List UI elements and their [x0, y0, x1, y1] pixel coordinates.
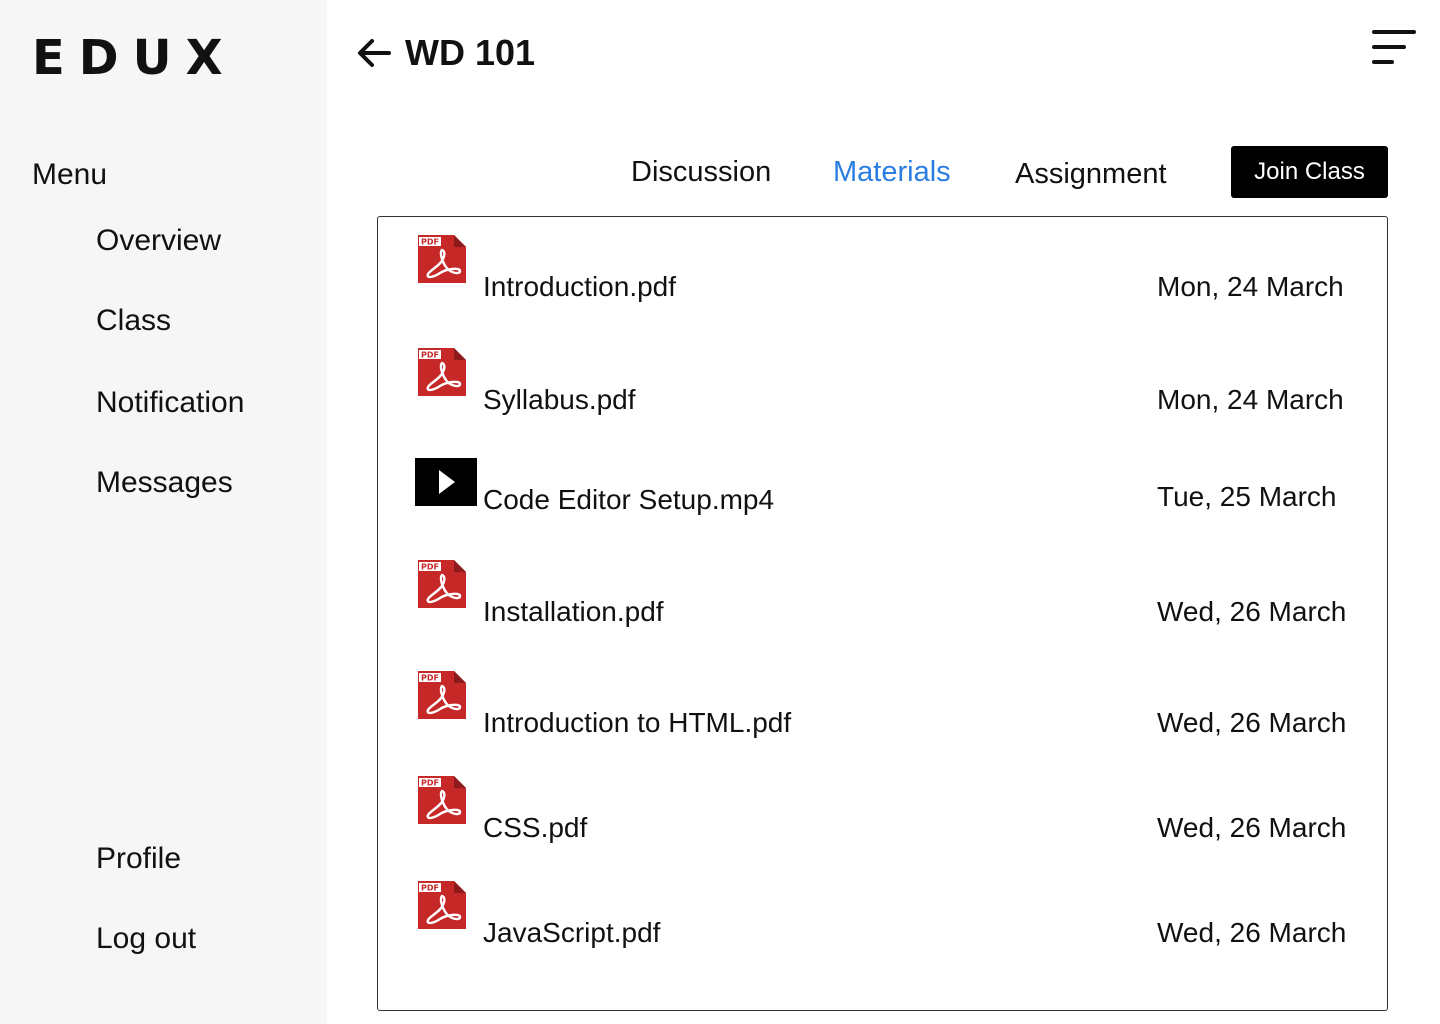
list-item[interactable]: PDF Introduction.pdf Mon, 24 March — [378, 233, 1387, 302]
svg-text:PDF: PDF — [421, 884, 439, 893]
video-icon — [415, 458, 477, 506]
join-class-button[interactable]: Join Class — [1231, 146, 1388, 198]
list-item[interactable]: PDF JavaScript.pdf Wed, 26 March — [378, 879, 1387, 948]
pdf-icon: PDF — [418, 671, 466, 719]
arrow-left-icon[interactable] — [355, 36, 391, 70]
pdf-icon: PDF — [418, 560, 466, 608]
file-name: JavaScript.pdf — [483, 917, 661, 948]
sidebar-item-profile[interactable]: Profile — [96, 842, 181, 876]
svg-text:PDF: PDF — [421, 351, 439, 360]
file-date: Wed, 26 March — [1157, 707, 1347, 738]
svg-text:PDF: PDF — [421, 674, 439, 683]
page-title: WD 101 — [405, 32, 536, 73]
file-name: Introduction to HTML.pdf — [483, 707, 792, 738]
app-logo: EDUX — [32, 30, 237, 86]
tab-assignment[interactable]: Assignment — [1015, 158, 1167, 191]
menu-heading: Menu — [32, 158, 108, 191]
file-date: Wed, 26 March — [1157, 812, 1347, 843]
materials-list: PDF Introduction.pdf Mon, 24 March PDF S… — [377, 216, 1388, 1011]
main-content: WD 101 Discussion Materials Assignment J… — [327, 0, 1440, 1024]
list-item[interactable]: PDF CSS.pdf Wed, 26 March — [378, 774, 1387, 843]
file-date: Mon, 24 March — [1157, 384, 1344, 415]
list-item[interactable]: PDF Installation.pdf Wed, 26 March — [378, 558, 1387, 627]
tab-discussion[interactable]: Discussion — [631, 156, 771, 189]
file-date: Wed, 26 March — [1157, 917, 1347, 948]
sidebar-item-class[interactable]: Class — [96, 304, 171, 338]
file-name: CSS.pdf — [483, 812, 588, 843]
file-name: Code Editor Setup.mp4 — [483, 484, 775, 515]
sidebar-item-overview[interactable]: Overview — [96, 224, 221, 258]
svg-text:PDF: PDF — [421, 563, 439, 572]
file-name: Installation.pdf — [483, 596, 664, 627]
sidebar-item-logout[interactable]: Log out — [96, 922, 196, 956]
file-date: Wed, 26 March — [1157, 596, 1347, 627]
pdf-icon: PDF — [418, 235, 466, 283]
list-item[interactable]: Code Editor Setup.mp4 Tue, 25 March — [378, 458, 1387, 518]
file-date: Mon, 24 March — [1157, 271, 1344, 302]
pdf-icon: PDF — [418, 881, 466, 929]
sidebar: EDUX Menu Overview Class Notification Me… — [0, 0, 327, 1024]
file-date: Tue, 25 March — [1157, 481, 1337, 512]
sidebar-item-notification[interactable]: Notification — [96, 386, 244, 420]
file-name: Introduction.pdf — [483, 271, 677, 302]
list-item[interactable]: PDF Syllabus.pdf Mon, 24 March — [378, 346, 1387, 415]
hamburger-icon[interactable] — [1370, 28, 1418, 68]
pdf-icon: PDF — [418, 348, 466, 396]
tab-materials[interactable]: Materials — [833, 156, 951, 189]
pdf-icon: PDF — [418, 776, 466, 824]
svg-text:PDF: PDF — [421, 779, 439, 788]
svg-text:PDF: PDF — [421, 238, 439, 247]
sidebar-item-messages[interactable]: Messages — [96, 466, 233, 500]
list-item[interactable]: PDF Introduction to HTML.pdf Wed, 26 Mar… — [378, 669, 1387, 738]
file-name: Syllabus.pdf — [483, 384, 636, 415]
